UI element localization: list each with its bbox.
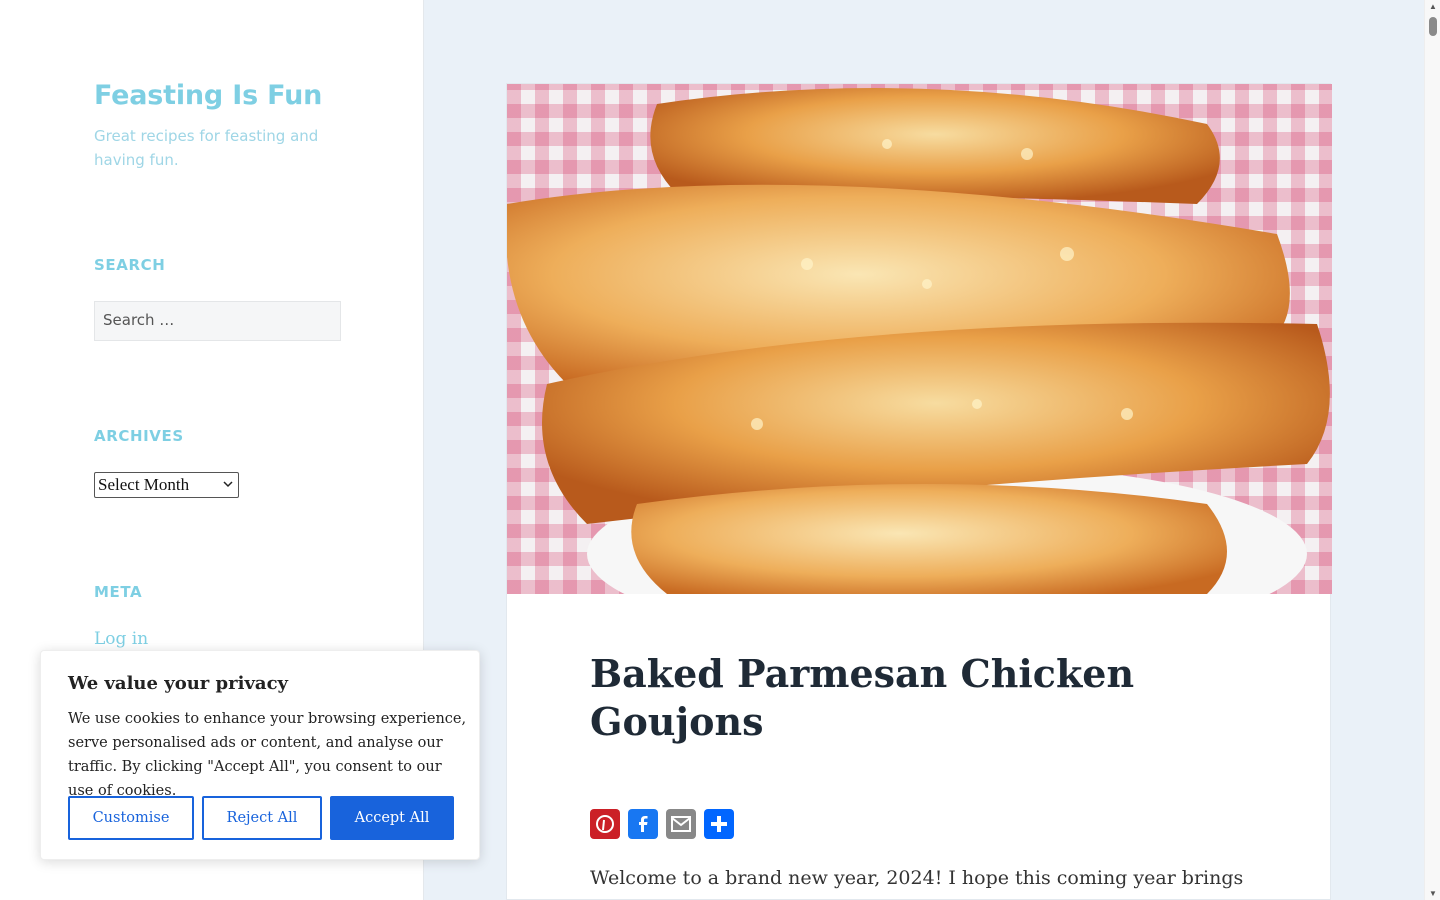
share-buttons [590, 809, 734, 839]
archives-heading: ARCHIVES [94, 427, 184, 445]
login-link[interactable]: Log in [94, 629, 148, 649]
cookie-consent-banner: We value your privacy We use cookies to … [40, 650, 480, 860]
cookie-title: We value your privacy [68, 673, 288, 694]
site-title-link[interactable]: Feasting Is Fun [94, 80, 322, 111]
archives-select[interactable]: Select Month [94, 472, 239, 498]
scroll-thumb[interactable] [1429, 17, 1437, 36]
search-input[interactable]: Search … [94, 301, 341, 341]
chicken-goujons-photo [507, 88, 1330, 594]
email-icon[interactable] [666, 809, 696, 839]
accept-all-button[interactable]: Accept All [330, 796, 454, 840]
post-title[interactable]: Baked Parmesan Chicken Goujons [590, 650, 1150, 746]
archives-selected-value: Select Month [98, 475, 190, 494]
meta-heading: META [94, 583, 143, 601]
search-heading: SEARCH [94, 256, 166, 274]
site-description: Great recipes for feasting and having fu… [94, 127, 319, 169]
pinterest-icon[interactable] [590, 809, 620, 839]
scroll-down-arrow-icon[interactable]: ▼ [1429, 889, 1437, 898]
post-intro: Welcome to a brand new year, 2024! I hop… [590, 867, 1244, 889]
share-icon[interactable] [704, 809, 734, 839]
reject-all-button[interactable]: Reject All [202, 796, 322, 840]
cookie-text: We use cookies to enhance your browsing … [68, 711, 467, 799]
post-article: Baked Parmesan Chicken Goujons Welcome t… [506, 83, 1332, 900]
featured-image [507, 84, 1332, 594]
scroll-up-arrow-icon[interactable]: ▲ [1429, 2, 1437, 11]
customise-button[interactable]: Customise [68, 796, 194, 840]
page-scrollbar[interactable]: ▲ ▼ [1424, 0, 1440, 900]
facebook-icon[interactable] [628, 809, 658, 839]
chevron-down-icon [223, 480, 233, 491]
